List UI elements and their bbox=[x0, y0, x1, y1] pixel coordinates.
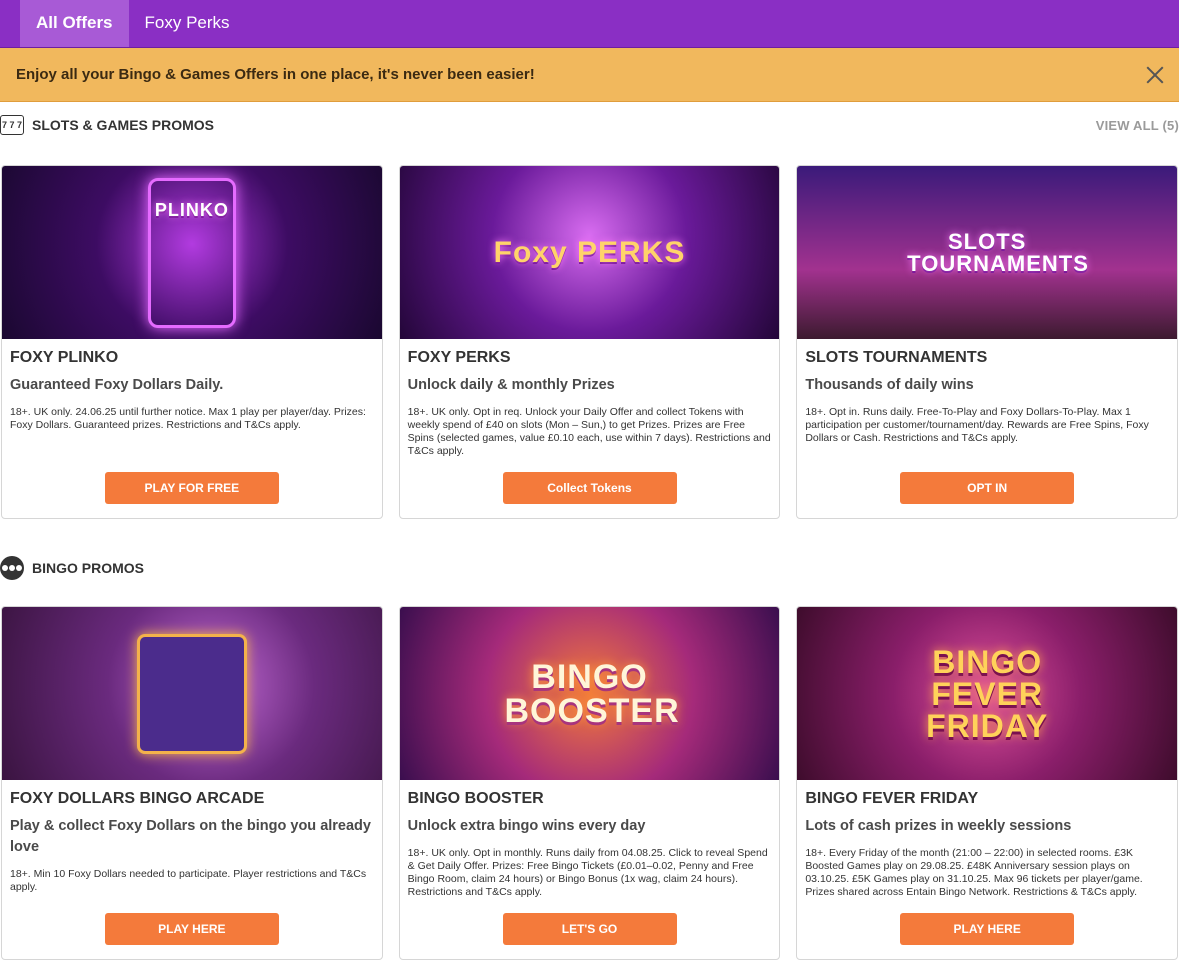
info-banner: Enjoy all your Bingo & Games Offers in o… bbox=[0, 48, 1179, 102]
promo-image[interactable]: PLINKO bbox=[2, 166, 382, 339]
collect-tokens-button[interactable]: Collect Tokens bbox=[502, 472, 677, 504]
bingo-balls-icon bbox=[0, 556, 24, 580]
tab-foxy-perks[interactable]: Foxy Perks bbox=[129, 0, 246, 47]
card-terms: 18+. UK only. Opt in req. Unlock your Da… bbox=[407, 406, 771, 458]
play-here-button[interactable]: PLAY HERE bbox=[900, 913, 1075, 945]
bingo-section-title: BINGO PROMOS bbox=[32, 560, 145, 576]
promo-card-foxy-plinko: PLINKO FOXY PLINKO Guaranteed Foxy Dolla… bbox=[1, 165, 383, 519]
card-subtitle: Unlock extra bingo wins every day bbox=[407, 818, 646, 834]
card-terms: 18+. Min 10 Foxy Dollars needed to parti… bbox=[10, 868, 367, 894]
bingo-section-header: BINGO PROMOS bbox=[0, 547, 1179, 589]
promo-card-foxy-perks: Foxy PERKS FOXY PERKS Unlock daily & mon… bbox=[398, 165, 781, 519]
promo-image[interactable] bbox=[2, 607, 382, 780]
promo-image-text: BINGO BOOSTER bbox=[504, 657, 680, 730]
card-subtitle: Guaranteed Foxy Dollars Daily. bbox=[10, 377, 224, 393]
play-for-free-button[interactable]: PLAY FOR FREE bbox=[104, 472, 279, 504]
slots-section-title: SLOTS & GAMES PROMOS bbox=[32, 117, 215, 133]
play-here-button[interactable]: PLAY HERE bbox=[104, 913, 279, 945]
lets-go-button[interactable]: LET'S GO bbox=[502, 913, 677, 945]
slots-section-header: 7 7 7 SLOTS & GAMES PROMOS VIEW ALL (5) bbox=[0, 102, 1179, 148]
promo-image-text: PLINKO bbox=[154, 199, 229, 220]
promo-card-slots-tournaments: SLOTS TOURNAMENTS SLOTS TOURNAMENTS Thou… bbox=[796, 165, 1179, 519]
card-terms: 18+. UK only. 24.06.25 until further not… bbox=[10, 406, 366, 432]
card-subtitle: Lots of cash prizes in weekly sessions bbox=[805, 818, 1072, 834]
promo-image-text: SLOTS TOURNAMENTS bbox=[907, 228, 1089, 276]
slots-cards-grid: PLINKO FOXY PLINKO Guaranteed Foxy Dolla… bbox=[0, 165, 1179, 519]
promo-image[interactable]: BINGO FEVER FRIDAY bbox=[797, 607, 1178, 780]
promo-image[interactable]: BINGO BOOSTER bbox=[399, 607, 780, 780]
card-title: FOXY PERKS bbox=[407, 349, 511, 366]
card-subtitle: Play & collect Foxy Dollars on the bingo… bbox=[10, 818, 371, 856]
slot-machine-icon-text: 7 7 7 bbox=[1, 120, 23, 130]
card-subtitle: Thousands of daily wins bbox=[805, 377, 974, 393]
card-title: BINGO BOOSTER bbox=[407, 790, 544, 807]
promo-image-text: BINGO FEVER FRIDAY bbox=[926, 643, 1049, 744]
card-subtitle: Unlock daily & monthly Prizes bbox=[407, 377, 615, 393]
promo-image-text: Foxy PERKS bbox=[493, 235, 686, 269]
card-title: FOXY PLINKO bbox=[10, 349, 119, 366]
view-all-link[interactable]: VIEW ALL (5) bbox=[1096, 118, 1179, 133]
promo-card-foxy-dollars-bingo-arcade: FOXY DOLLARS BINGO ARCADE Play & collect… bbox=[1, 606, 383, 960]
card-title: BINGO FEVER FRIDAY bbox=[805, 790, 979, 807]
top-nav: All Offers Foxy Perks bbox=[0, 0, 1179, 48]
promo-card-bingo-fever-friday: BINGO FEVER FRIDAY BINGO FEVER FRIDAY Lo… bbox=[796, 606, 1179, 960]
card-terms: 18+. Opt in. Runs daily. Free-To-Play an… bbox=[805, 406, 1149, 445]
card-title: SLOTS TOURNAMENTS bbox=[805, 349, 988, 366]
tab-all-offers[interactable]: All Offers bbox=[20, 0, 129, 47]
promo-image[interactable]: SLOTS TOURNAMENTS bbox=[797, 166, 1178, 339]
banner-text: Enjoy all your Bingo & Games Offers in o… bbox=[16, 66, 535, 83]
promo-card-bingo-booster: BINGO BOOSTER BINGO BOOSTER Unlock extra… bbox=[398, 606, 781, 960]
card-terms: 18+. Every Friday of the month (21:00 – … bbox=[805, 847, 1143, 899]
bingo-cards-grid: FOXY DOLLARS BINGO ARCADE Play & collect… bbox=[0, 606, 1179, 960]
promo-image[interactable]: Foxy PERKS bbox=[399, 166, 780, 339]
card-title: FOXY DOLLARS BINGO ARCADE bbox=[10, 790, 265, 807]
opt-in-button[interactable]: OPT IN bbox=[900, 472, 1075, 504]
close-icon[interactable] bbox=[1145, 66, 1163, 84]
card-terms: 18+. UK only. Opt in monthly. Runs daily… bbox=[407, 847, 768, 899]
slot-machine-icon: 7 7 7 bbox=[0, 115, 24, 135]
